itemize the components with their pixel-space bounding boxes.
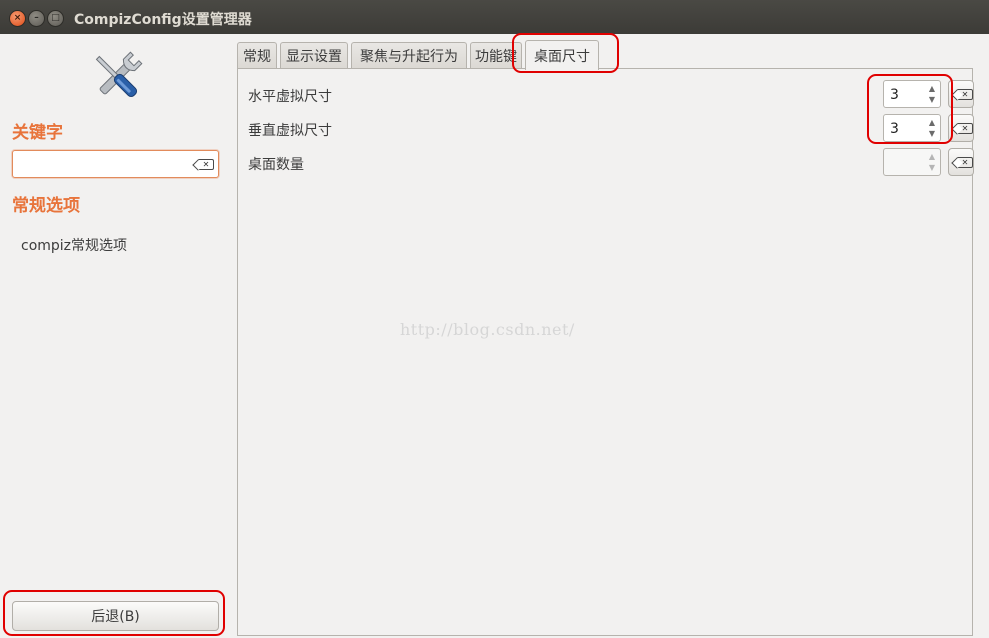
close-window-icon[interactable]: × — [9, 10, 26, 27]
settings-panel — [237, 68, 973, 636]
search-field[interactable]: ✕ — [12, 150, 219, 178]
increment-arrow-icon[interactable]: ▲ — [924, 83, 940, 94]
minimize-window-icon[interactable]: – — [28, 10, 45, 27]
window-title: CompizConfig设置管理器 — [74, 12, 252, 28]
back-button[interactable]: 后退(B) — [12, 601, 219, 631]
horizontal-size-spinner[interactable]: ▲ ▼ — [883, 80, 941, 108]
reset-vertical-button[interactable]: ✕ — [948, 114, 974, 142]
reset-horizontal-button[interactable]: ✕ — [948, 80, 974, 108]
maximize-window-icon[interactable]: □ — [47, 10, 64, 27]
desktop-count-label: 桌面数量 — [248, 157, 304, 173]
decrement-arrow-icon[interactable]: ▼ — [924, 94, 940, 105]
vertical-size-input[interactable] — [888, 119, 926, 139]
reset-icon: ✕ — [957, 89, 973, 100]
reset-icon: ✕ — [957, 157, 973, 168]
decrement-arrow-icon: ▼ — [928, 163, 936, 172]
vertical-size-spinner[interactable]: ▲ ▼ — [883, 114, 941, 142]
sidebar: 关键字 ✕ 常规选项 compiz常规选项 后退(B) — [0, 34, 232, 638]
tab-focus-raise[interactable]: 聚焦与升起行为 — [351, 42, 467, 69]
reset-icon: ✕ — [957, 123, 973, 134]
decrement-arrow-icon[interactable]: ▼ — [924, 128, 940, 139]
increment-arrow-icon[interactable]: ▲ — [924, 117, 940, 128]
watermark: http://blog.csdn.net/ — [400, 320, 575, 339]
sidebar-item-compiz-general[interactable]: compiz常规选项 — [21, 235, 127, 255]
vertical-size-label: 垂直虚拟尺寸 — [248, 123, 332, 139]
desktop-count-input[interactable] — [888, 153, 926, 173]
tab-general[interactable]: 常规 — [237, 42, 277, 69]
tools-icon — [95, 51, 143, 98]
keyword-heading: 关键字 — [12, 123, 63, 143]
horizontal-size-input[interactable] — [888, 85, 926, 105]
tab-desktop-size[interactable]: 桌面尺寸 — [525, 40, 599, 70]
increment-arrow-icon: ▲ — [928, 152, 936, 161]
category-heading: 常规选项 — [12, 196, 80, 216]
compizconfig-window: × – □ CompizConfig设置管理器 关键字 ✕ 常规选项 compi… — [0, 0, 989, 638]
desktop-count-spinner[interactable]: ▲ ▼ — [883, 148, 941, 176]
tab-display-settings[interactable]: 显示设置 — [280, 42, 348, 69]
horizontal-size-label: 水平虚拟尺寸 — [248, 89, 332, 105]
tab-function-keys[interactable]: 功能键 — [470, 42, 522, 69]
clear-search-icon[interactable]: ✕ — [198, 159, 214, 170]
title-bar[interactable]: × – □ CompizConfig设置管理器 — [0, 0, 989, 34]
search-input[interactable] — [17, 154, 201, 176]
reset-desktop-count-button[interactable]: ✕ — [948, 148, 974, 176]
